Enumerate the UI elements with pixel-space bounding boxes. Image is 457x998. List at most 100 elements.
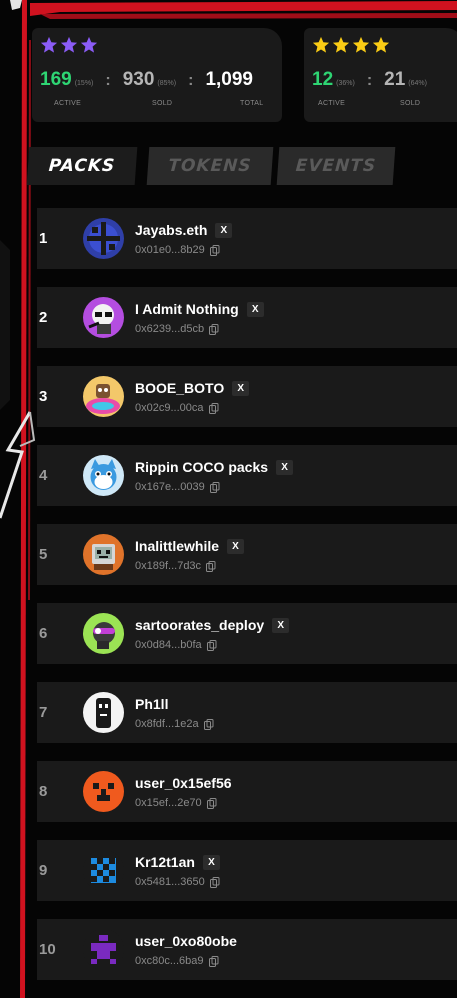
x-social-icon[interactable]: X — [272, 617, 290, 633]
leaderboard-row[interactable]: 3 BOOE_BOTO X 0x02c9...00ca — [37, 366, 457, 427]
tab-tokens[interactable]: TOKENS — [146, 147, 274, 185]
copy-icon[interactable] — [206, 797, 217, 809]
stats-card-three-star: 169 (15%) : 930 (85%) : 1,099 ACTIVE SOL… — [32, 28, 282, 122]
rank-number: 6 — [39, 625, 48, 642]
stats-card-four-star: 12 (36%) : 21 (64%) ACTIVE SOLD — [304, 28, 457, 122]
username-line: Kr12t1an X — [135, 854, 220, 870]
sold-label: SOLD — [152, 100, 173, 107]
total-count: 1,099 — [205, 69, 253, 90]
username[interactable]: Rippin COCO packs — [135, 459, 268, 475]
username-line: user_0x15ef56 — [135, 775, 232, 791]
rank-number: 4 — [39, 467, 48, 484]
x-social-icon[interactable]: X — [202, 854, 220, 870]
wallet-address: 0x5481...3650 — [135, 876, 205, 888]
star-icon — [332, 36, 350, 53]
bw-figure-icon[interactable] — [83, 692, 124, 733]
username-line: Ph1ll — [135, 696, 168, 712]
rank-number: 8 — [39, 783, 48, 800]
username[interactable]: user_0xo80obe — [135, 933, 237, 949]
tv-robot-icon[interactable] — [83, 534, 124, 575]
star-icon — [40, 36, 58, 53]
total-label: TOTAL — [240, 100, 264, 107]
leaderboard-row[interactable]: 8 user_0x15ef56 0x15ef...2e70 — [37, 761, 457, 822]
leaderboard-row[interactable]: 1 Jayabs.eth X 0x01e0...8b29 — [37, 208, 457, 269]
leaderboard-row[interactable]: 2 I Admit Nothing X 0x6239...d5cb — [37, 287, 457, 348]
wallet-address-line: 0x6239...d5cb — [135, 323, 219, 335]
blue-cat-icon[interactable] — [83, 455, 124, 496]
active-label: ACTIVE — [318, 100, 346, 107]
copy-icon[interactable] — [209, 244, 220, 256]
active-count: 12 — [312, 69, 334, 90]
wallet-address: 0x01e0...8b29 — [135, 244, 205, 256]
wallet-address-line: 0x8fdf...1e2a — [135, 718, 214, 730]
copy-icon[interactable] — [208, 955, 219, 967]
wallet-address: 0x15ef...2e70 — [135, 797, 202, 809]
username[interactable]: Kr12t1an — [135, 854, 195, 870]
leaderboard-row[interactable]: 7 Ph1ll 0x8fdf...1e2a — [37, 682, 457, 743]
tab-packs[interactable]: PACKS — [26, 147, 138, 185]
sold-count: 930 — [122, 69, 155, 90]
username[interactable]: Inalittlewhile — [135, 538, 219, 554]
blue-pixel-icon[interactable] — [83, 218, 124, 259]
username-line: Rippin COCO packs X — [135, 459, 294, 475]
rank-number: 5 — [39, 546, 48, 563]
blue-checker-icon[interactable] — [83, 850, 124, 891]
wallet-address: 0x8fdf...1e2a — [135, 718, 199, 730]
copy-icon[interactable] — [209, 323, 219, 335]
active-count: 169 — [40, 69, 72, 90]
wallet-address: 0x02c9...00ca — [135, 402, 204, 414]
copy-icon[interactable] — [209, 481, 220, 493]
username[interactable]: BOOE_BOTO — [135, 380, 224, 396]
purple-pixel-icon[interactable] — [83, 929, 124, 970]
username-line: I Admit Nothing X — [135, 301, 264, 317]
x-social-icon[interactable]: X — [232, 380, 250, 396]
leaderboard-row[interactable]: 9 Kr12t1an X 0x5481...3650 — [37, 840, 457, 901]
username-line: Jayabs.eth X — [135, 222, 233, 238]
purple-zombie-icon[interactable] — [83, 297, 124, 338]
leaderboard-row[interactable]: 4 Rippin COCO packs X 0x167e...0039 — [37, 445, 457, 506]
rank-number: 7 — [39, 704, 48, 721]
sold-count: 21 — [384, 69, 406, 90]
copy-icon[interactable] — [209, 876, 220, 888]
wallet-address-line: 0x0d84...b0fa — [135, 639, 217, 651]
username[interactable]: Jayabs.eth — [135, 222, 207, 238]
x-social-icon[interactable]: X — [276, 459, 294, 475]
username[interactable]: sartoorates_deploy — [135, 617, 264, 633]
active-percent: (36%) — [336, 80, 355, 87]
x-social-icon[interactable]: X — [215, 222, 233, 238]
separator: : — [188, 72, 194, 89]
username-line: sartoorates_deploy X — [135, 617, 290, 633]
cartoon-pool-icon[interactable] — [83, 376, 124, 417]
x-social-icon[interactable]: X — [246, 301, 264, 317]
leaderboard-row[interactable]: 5 Inalittlewhile X 0x189f...7d3c — [37, 524, 457, 585]
green-helmet-icon[interactable] — [83, 613, 124, 654]
rank-number: 1 — [39, 230, 48, 247]
username[interactable]: user_0x15ef56 — [135, 775, 232, 791]
orange-pixel-icon[interactable] — [83, 771, 124, 812]
wallet-address: 0xc80c...6ba9 — [135, 955, 204, 967]
copy-icon[interactable] — [203, 718, 214, 730]
wallet-address-line: 0x189f...7d3c — [135, 560, 216, 572]
red-brush-top-decoration — [10, 0, 457, 19]
sold-percent: (85%) — [157, 80, 177, 87]
copy-icon[interactable] — [206, 639, 217, 651]
copy-icon[interactable] — [206, 560, 216, 572]
wallet-address-line: 0xc80c...6ba9 — [135, 955, 219, 967]
leaderboard-row[interactable]: 10 user_0xo80obe 0xc80c...6ba9 — [37, 919, 457, 980]
active-percent: (15%) — [74, 80, 94, 87]
tab-events[interactable]: EVENTS — [276, 147, 396, 185]
copy-icon[interactable] — [208, 402, 219, 414]
username-line: user_0xo80obe — [135, 933, 237, 949]
x-social-icon[interactable]: X — [227, 538, 245, 554]
star-icon — [352, 36, 370, 53]
star-rating — [312, 36, 390, 56]
wallet-address: 0x189f...7d3c — [135, 560, 202, 572]
leaderboard-row[interactable]: 6 sartoorates_deploy X 0x0d84...b0fa — [37, 603, 457, 664]
wallet-address-line: 0x15ef...2e70 — [135, 797, 217, 809]
username[interactable]: Ph1ll — [135, 696, 168, 712]
wallet-address: 0x167e...0039 — [135, 481, 205, 493]
wallet-address-line: 0x167e...0039 — [135, 481, 220, 493]
username[interactable]: I Admit Nothing — [135, 301, 239, 317]
wallet-address: 0x0d84...b0fa — [135, 639, 202, 651]
star-rating — [40, 36, 98, 56]
